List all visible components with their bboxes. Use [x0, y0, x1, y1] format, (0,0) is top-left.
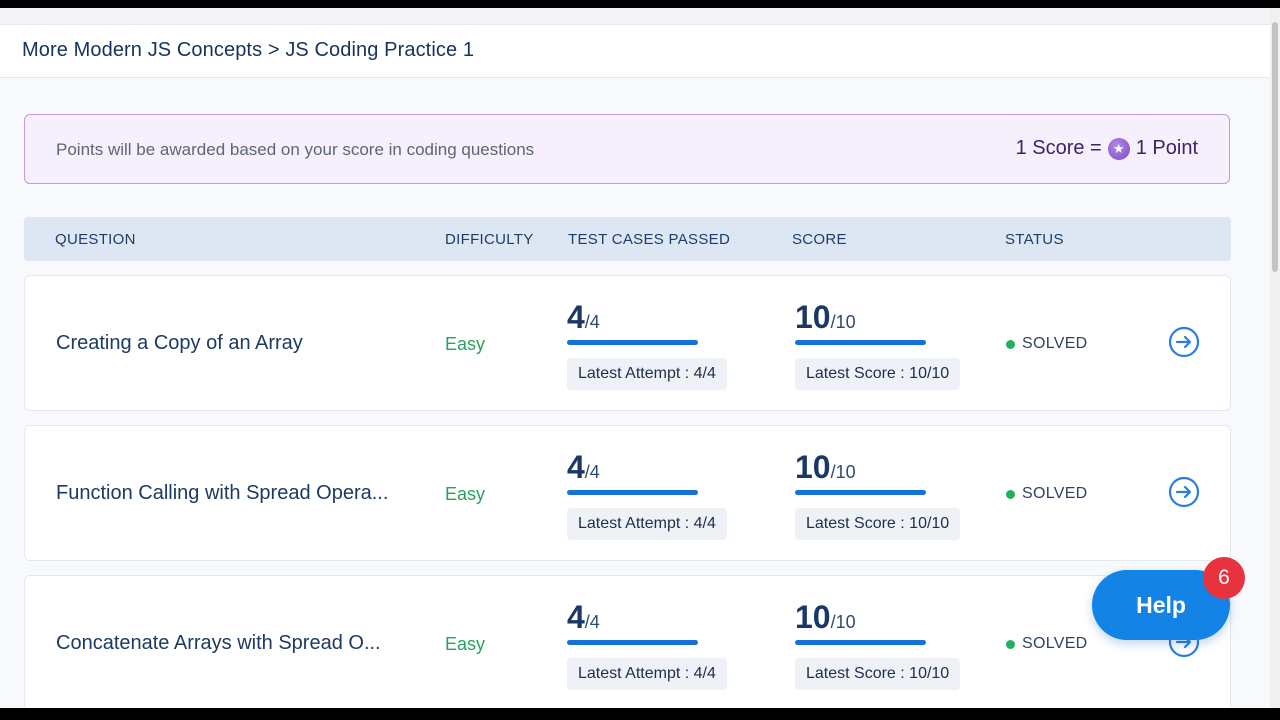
score-value: 10 [795, 299, 831, 335]
max-score: /10 [830, 462, 856, 482]
solved-dot-icon [1006, 639, 1015, 649]
notification-badge: 6 [1203, 557, 1245, 599]
test-cases-progress-bar [567, 640, 698, 645]
latest-score-chip: Latest Score : 10/10 [795, 658, 961, 690]
breadcrumb-course[interactable]: More Modern JS Concepts [22, 39, 262, 61]
status: SOLVED [1006, 485, 1088, 503]
test-cases-metric: 4/4 Latest Attempt : 4/4 [567, 298, 727, 390]
score-progress-bar [795, 640, 926, 645]
score-value: 10 [795, 599, 831, 635]
difficulty-label: Easy [445, 484, 486, 504]
solved-dot-icon [1006, 489, 1015, 499]
point-label: 1 Point [1135, 137, 1198, 159]
table-header: QUESTION DIFFICULTY TEST CASES PASSED SC… [24, 217, 1231, 261]
score-metric: 10/10 Latest Score : 10/10 [795, 448, 961, 540]
test-cases-metric: 4/4 Latest Attempt : 4/4 [567, 448, 727, 540]
points-banner-text: Points will be awarded based on your sco… [56, 140, 535, 159]
test-cases-progress-bar [567, 340, 698, 345]
difficulty-label: Easy [445, 634, 486, 654]
max-score: /10 [830, 312, 856, 332]
table-row[interactable]: Function Calling with Spread Opera... Ea… [24, 425, 1231, 561]
status-label: SOLVED [1022, 635, 1088, 652]
score-metric: 10/10 Latest Score : 10/10 [795, 598, 961, 690]
total-cases: /4 [584, 612, 600, 632]
question-title[interactable]: Function Calling with Spread Opera... [56, 482, 388, 505]
breadcrumb: More Modern JS Concepts > JS Coding Prac… [22, 39, 474, 62]
score-progress-bar [795, 340, 926, 345]
max-score: /10 [830, 612, 856, 632]
status-label: SOLVED [1022, 485, 1088, 502]
score-metric: 10/10 Latest Score : 10/10 [795, 298, 961, 390]
total-cases: /4 [584, 462, 600, 482]
header-difficulty: DIFFICULTY [445, 231, 534, 248]
passed-count: 4 [567, 299, 585, 335]
score-to-points-info: 1 Score = ★ 1 Point [1016, 137, 1198, 160]
star-coin-icon: ★ [1107, 137, 1130, 160]
table-row[interactable]: Concatenate Arrays with Spread O... Easy… [24, 575, 1231, 708]
total-cases: /4 [584, 312, 600, 332]
page: More Modern JS Concepts > JS Coding Prac… [0, 8, 1270, 708]
top-strip [0, 8, 1270, 25]
latest-attempt-chip: Latest Attempt : 4/4 [567, 358, 727, 390]
arrow-right-circle-icon[interactable] [1168, 326, 1200, 358]
status: SOLVED [1006, 635, 1088, 653]
header: More Modern JS Concepts > JS Coding Prac… [0, 25, 1270, 78]
solved-dot-icon [1006, 339, 1015, 349]
table-row[interactable]: Creating a Copy of an Array Easy 4/4 Lat… [24, 275, 1231, 411]
status-label: SOLVED [1022, 335, 1088, 352]
status: SOLVED [1006, 335, 1088, 353]
latest-score-chip: Latest Score : 10/10 [795, 358, 961, 390]
header-score: SCORE [792, 231, 847, 248]
header-status: STATUS [1005, 231, 1064, 248]
breadcrumb-page: JS Coding Practice 1 [285, 39, 475, 61]
arrow-right-circle-icon[interactable] [1168, 476, 1200, 508]
points-banner: Points will be awarded based on your sco… [24, 114, 1230, 184]
score-progress-bar [795, 490, 926, 495]
scrollbar-thumb[interactable] [1272, 22, 1278, 272]
latest-attempt-chip: Latest Attempt : 4/4 [567, 658, 727, 690]
test-cases-progress-bar [567, 490, 698, 495]
latest-score-chip: Latest Score : 10/10 [795, 508, 961, 540]
test-cases-metric: 4/4 Latest Attempt : 4/4 [567, 598, 727, 690]
scrollbar[interactable] [1270, 8, 1280, 708]
header-question: QUESTION [55, 231, 136, 248]
latest-attempt-chip: Latest Attempt : 4/4 [567, 508, 727, 540]
question-title[interactable]: Concatenate Arrays with Spread O... [56, 632, 381, 655]
passed-count: 4 [567, 449, 585, 485]
passed-count: 4 [567, 599, 585, 635]
difficulty-label: Easy [445, 334, 486, 354]
breadcrumb-separator: > [267, 39, 280, 61]
score-value: 10 [795, 449, 831, 485]
header-test-cases: TEST CASES PASSED [568, 231, 731, 248]
score-equals-label: 1 Score = [1015, 137, 1102, 159]
question-title[interactable]: Creating a Copy of an Array [56, 332, 303, 355]
